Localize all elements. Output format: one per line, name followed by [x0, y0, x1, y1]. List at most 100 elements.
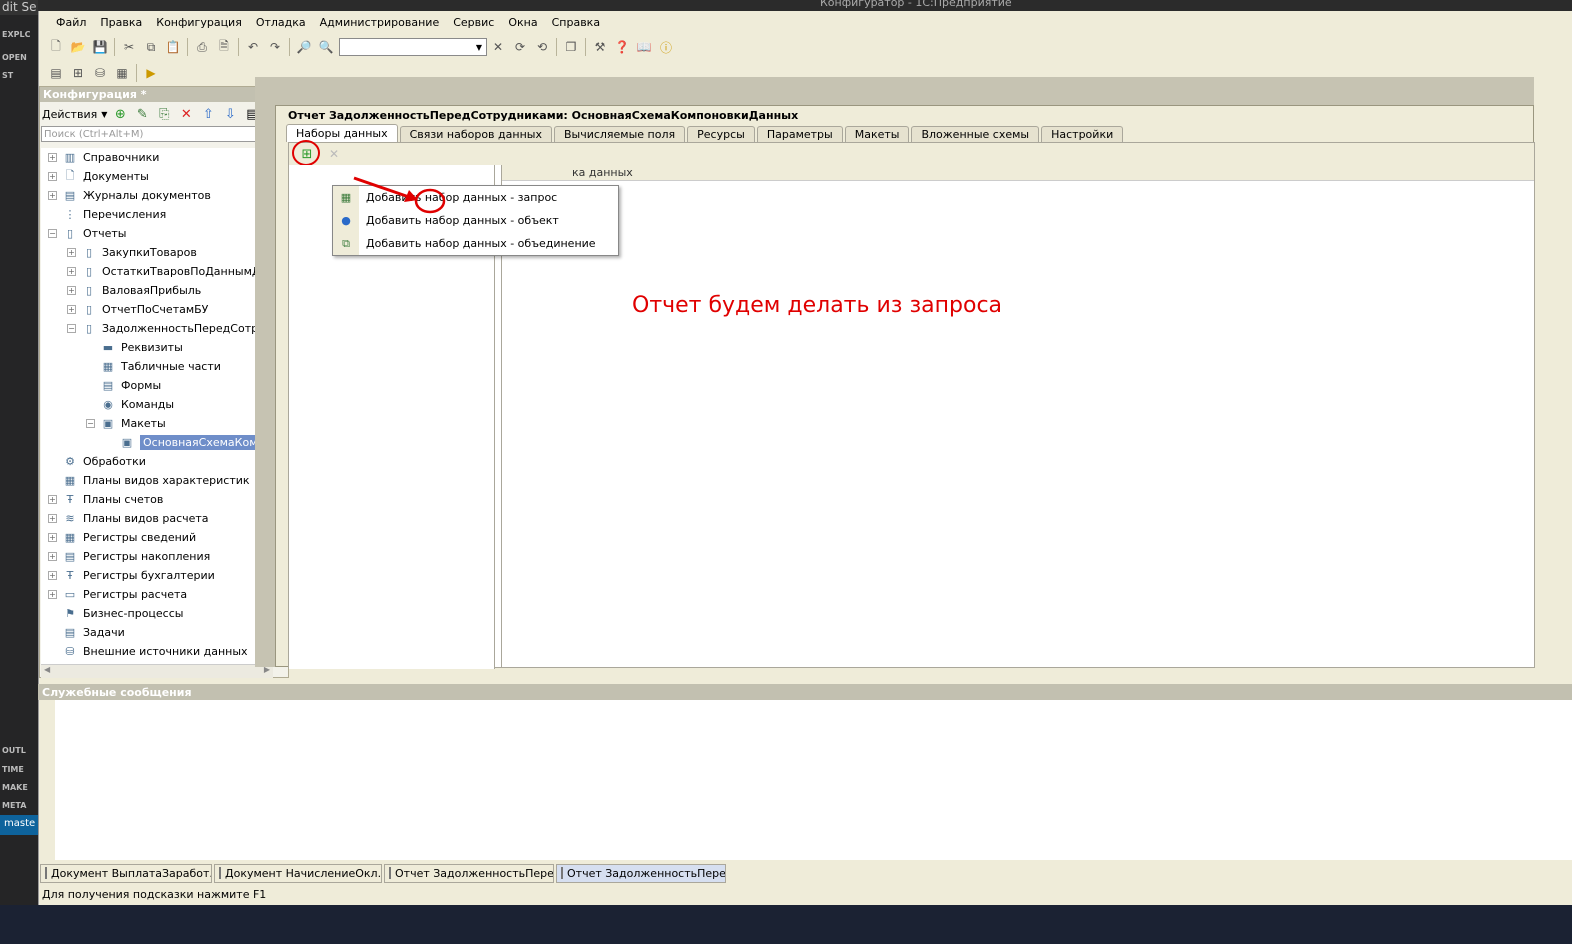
tree-node[interactable]: + Ŧ Планы счетов — [48, 490, 163, 509]
tree-node[interactable]: ▦ Планы видов характеристик — [48, 471, 250, 490]
preview-icon[interactable]: 🗎 — [213, 37, 235, 57]
chevron-down-icon[interactable]: ▼ — [472, 39, 486, 55]
tab-resources[interactable]: Ресурсы — [687, 126, 755, 142]
tab-settings[interactable]: Настройки — [1041, 126, 1124, 142]
syntax-helper-icon[interactable]: ⚒ — [589, 37, 611, 57]
find-prev-icon[interactable]: ⟲ — [531, 37, 553, 57]
cut-icon[interactable]: ✂ — [118, 37, 140, 57]
tree-horizontal-scrollbar[interactable]: ◀ ▶ — [41, 664, 273, 678]
help-icon[interactable]: ❓ — [611, 37, 633, 57]
new-icon[interactable]: 🗋 — [45, 37, 67, 57]
tree-node[interactable]: ⚑ Бизнес-процессы — [48, 604, 183, 623]
tree-node[interactable]: + Ŧ Регистры бухгалтерии — [48, 566, 215, 585]
actions-menu-button[interactable]: Действия — [42, 108, 97, 121]
delete-icon[interactable]: ✕ — [177, 105, 195, 123]
edit-icon[interactable]: ✎ — [133, 105, 151, 123]
tree-node[interactable]: + ▤ Журналы документов — [48, 186, 211, 205]
search-icon[interactable]: 🔍 — [315, 37, 337, 57]
menu-windows[interactable]: Окна — [501, 16, 544, 29]
task-report-debt-schema[interactable]: Отчет ЗадолженностьПере... — [556, 863, 726, 883]
expand-icon[interactable]: + — [48, 533, 57, 542]
search-combo-input[interactable]: ▼ — [339, 38, 487, 56]
properties-icon[interactable]: ▦ — [111, 63, 133, 83]
redo-icon[interactable]: ↷ — [264, 37, 286, 57]
tree-node[interactable]: ▤ Формы — [86, 376, 161, 395]
tree-node[interactable]: ⚙ Обработки — [48, 452, 146, 471]
find-in-tree-icon[interactable]: 🔎 — [293, 37, 315, 57]
expand-icon[interactable]: + — [67, 248, 76, 257]
find-next-icon[interactable]: ⟳ — [509, 37, 531, 57]
tab-calculated-fields[interactable]: Вычисляемые поля — [553, 126, 686, 142]
copy-icon[interactable]: ⎘ — [155, 105, 173, 123]
tab-nested-schemas[interactable]: Вложенные схемы — [911, 126, 1040, 142]
expand-icon[interactable]: + — [48, 495, 57, 504]
tree-node[interactable]: ⛁ Внешние источники данных — [48, 642, 247, 661]
task-report-debt[interactable]: Отчет ЗадолженностьПере... — [384, 863, 554, 883]
print-icon[interactable]: ⎙ — [191, 37, 213, 57]
menu-service[interactable]: Сервис — [446, 16, 501, 29]
run-debug-icon[interactable]: ▶ — [140, 63, 162, 83]
save-icon[interactable]: 💾 — [89, 37, 111, 57]
expand-icon[interactable]: + — [48, 552, 57, 561]
tab-parameters[interactable]: Параметры — [756, 126, 843, 142]
tab-templates[interactable]: Макеты — [844, 126, 910, 142]
expand-icon[interactable]: + — [48, 514, 57, 523]
add-dataset-button[interactable]: ⊞ — [292, 140, 320, 166]
tree-node[interactable]: + ▯ ОтчетПоСчетамБУ — [67, 300, 208, 319]
expand-icon[interactable]: + — [67, 305, 76, 314]
delete-dataset-icon[interactable]: ✕ — [329, 147, 339, 161]
menu-file[interactable]: Файл — [49, 16, 93, 29]
open-config-icon[interactable]: ▤ — [45, 63, 67, 83]
collapse-icon[interactable]: − — [86, 419, 95, 428]
tab-dataset-links[interactable]: Связи наборов данных — [399, 126, 552, 142]
expand-icon[interactable]: + — [48, 571, 57, 580]
tree-node[interactable]: + ▥ Справочники — [48, 148, 159, 167]
move-up-icon[interactable]: ⇧ — [199, 105, 217, 123]
tree-node[interactable]: + ▯ ЗакупкиТоваров — [67, 243, 197, 262]
task-document-payout[interactable]: Документ ВыплатаЗаработ... — [40, 863, 212, 883]
expand-icon[interactable]: + — [67, 267, 76, 276]
move-down-icon[interactable]: ⇩ — [221, 105, 239, 123]
config-search-input[interactable]: Поиск (Ctrl+Alt+M) ✕ — [41, 126, 288, 142]
tree-node[interactable]: + ▭ Регистры расчета — [48, 585, 187, 604]
task-document-accrual[interactable]: Документ НачислениеОкл... — [214, 863, 382, 883]
menu-add-union-dataset[interactable]: ⧉ Добавить набор данных - объединение — [333, 232, 618, 255]
contents-icon[interactable]: 📖 — [633, 37, 655, 57]
paste-icon[interactable]: 📋 — [162, 37, 184, 57]
copy-icon[interactable]: ⧉ — [140, 37, 162, 57]
expand-icon[interactable]: + — [48, 191, 57, 200]
expand-icon[interactable]: + — [48, 590, 57, 599]
tree-node[interactable]: −▯ ЗадолженностьПередСотрудника — [67, 319, 273, 338]
add-icon[interactable]: ⊕ — [111, 105, 129, 123]
menu-help[interactable]: Справка — [545, 16, 607, 29]
tree-node[interactable]: − ▣ Макеты — [86, 414, 166, 433]
tree-node[interactable]: + ▯ ОстаткиТваровПоДаннымДокуме — [67, 262, 273, 281]
tree-node[interactable]: + ▤ Регистры накопления — [48, 547, 210, 566]
tree-node[interactable]: + ≋ Планы видов расчета — [48, 509, 209, 528]
collapse-icon[interactable]: − — [67, 324, 76, 333]
windows-icon[interactable]: ❐ — [560, 37, 582, 57]
tree-node[interactable]: + ▯ ВаловаяПрибыль — [67, 281, 201, 300]
menu-edit[interactable]: Правка — [93, 16, 149, 29]
menu-configuration[interactable]: Конфигурация — [149, 16, 249, 29]
expand-icon[interactable]: + — [48, 172, 57, 181]
tree-node[interactable]: ◉ Команды — [86, 395, 174, 414]
scroll-left-icon[interactable]: ◀ — [44, 665, 50, 674]
chevron-down-icon[interactable]: ▼ — [101, 110, 107, 119]
expand-icon[interactable]: + — [48, 153, 57, 162]
expand-icon[interactable]: + — [67, 286, 76, 295]
tree-node[interactable]: + 🗋 Документы — [48, 167, 149, 186]
menu-administration[interactable]: Администрирование — [313, 16, 447, 29]
compare-icon[interactable]: ⊞ — [67, 63, 89, 83]
tree-node[interactable]: − ▯ Отчеты — [48, 224, 126, 243]
open-icon[interactable]: 📂 — [67, 37, 89, 57]
clear-icon[interactable]: ✕ — [487, 37, 509, 57]
tree-node[interactable]: ▬ Реквизиты — [86, 338, 183, 357]
undo-icon[interactable]: ↶ — [242, 37, 264, 57]
tree-node[interactable]: + ▦ Регистры сведений — [48, 528, 196, 547]
update-db-icon[interactable]: ⛁ — [89, 63, 111, 83]
collapse-icon[interactable]: − — [48, 229, 57, 238]
tree-node[interactable]: ▦ Табличные части — [86, 357, 221, 376]
tree-node[interactable]: ▤ Задачи — [48, 623, 125, 642]
menu-debug[interactable]: Отладка — [249, 16, 313, 29]
